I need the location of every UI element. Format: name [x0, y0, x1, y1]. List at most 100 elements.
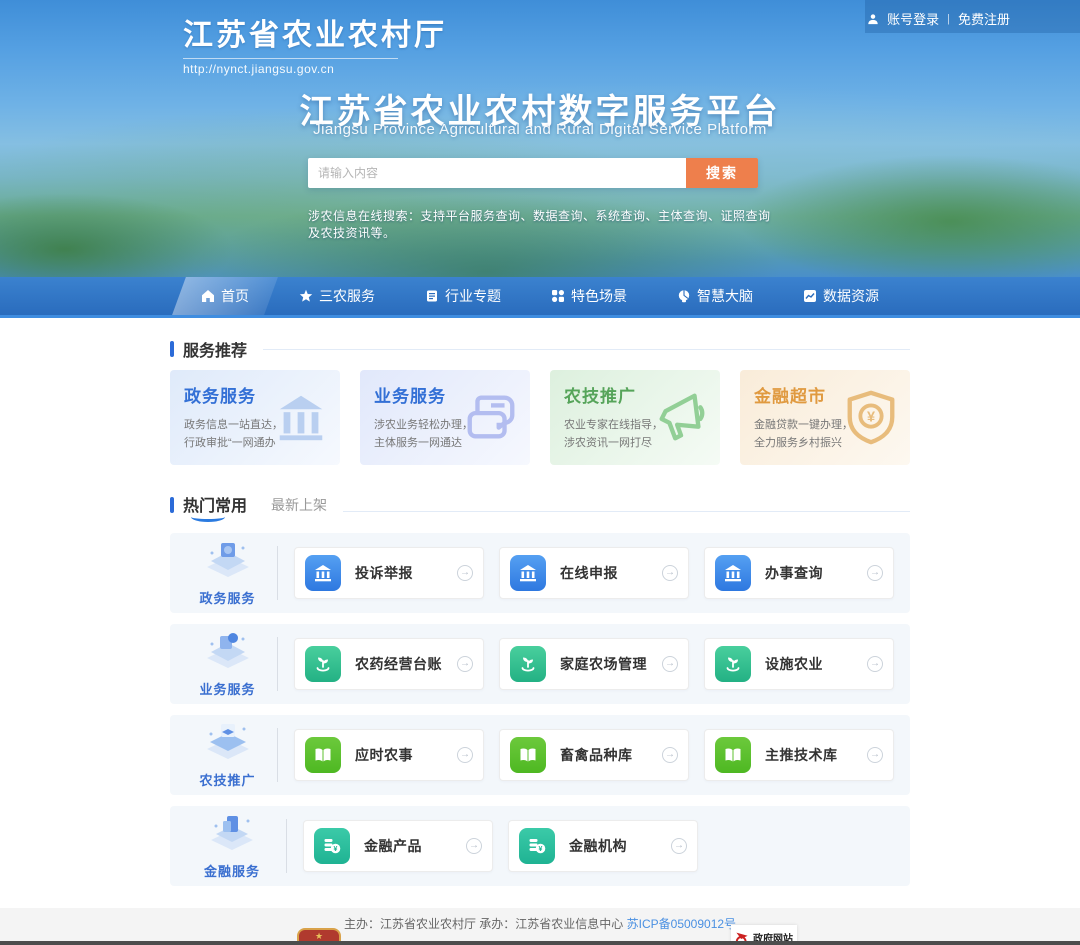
svg-text:¥: ¥	[867, 409, 875, 425]
bottom-strip	[0, 941, 1080, 945]
service-card-finance-org[interactable]: ¥ 金融机构 →	[508, 820, 698, 872]
section-divider-line	[263, 349, 910, 350]
card-line2: 涉农资讯一网打尽	[564, 437, 652, 449]
service-card-finance-product[interactable]: ¥ 金融产品 →	[303, 820, 493, 872]
site-name: 江苏省农业农村厅	[183, 10, 447, 54]
page-footer: 主办：江苏省农业农村厅 承办：江苏省农业信息中心 苏ICP备05009012号 …	[0, 908, 1080, 945]
nav-label: 三农服务	[319, 286, 375, 306]
bank-icon	[715, 555, 751, 591]
tab-hot-common[interactable]: 热门常用	[183, 492, 247, 522]
service-card-seasonal-farming[interactable]: 应时农事 →	[294, 729, 484, 781]
recommend-title: 服务推荐	[183, 337, 247, 361]
service-label: 在线申报	[560, 563, 618, 583]
service-group-business: 业务服务 农药经营台账 → 家庭农场管理 → 设施农业 →	[170, 624, 910, 704]
coins-icon: ¥	[314, 828, 350, 864]
search-input[interactable]	[308, 158, 686, 188]
category-agritech[interactable]: 农技推广	[186, 721, 269, 789]
service-label: 主推技术库	[765, 745, 838, 765]
service-card-complaint[interactable]: 投诉举报 →	[294, 547, 484, 599]
arrow-circle-icon: →	[662, 656, 678, 672]
nav-label: 首页	[221, 286, 249, 306]
vertical-divider	[277, 637, 278, 691]
arrow-circle-icon: →	[867, 565, 883, 581]
card-line1: 政务信息一站直达，	[184, 419, 283, 431]
recommend-card-agritech[interactable]: 农技推广 农业专家在线指导，涉农资讯一网打尽	[550, 370, 720, 465]
login-separator: |	[947, 13, 950, 25]
service-group-agritech: 农技推广 应时农事 → 畜禽品种库 → 主推技术库 →	[170, 715, 910, 795]
open-book-icon	[715, 737, 751, 773]
home-icon	[201, 289, 215, 303]
recommend-card-business[interactable]: 业务服务 涉农业务轻松办理，主体服务一网通达	[360, 370, 530, 465]
search-button[interactable]: 搜索	[686, 158, 758, 188]
card-line2: 行政审批“一网通办	[184, 437, 276, 449]
section-divider-line	[343, 511, 910, 512]
footer-host-info: 主办：江苏省农业农村厅 承办：江苏省农业信息中心	[344, 917, 623, 931]
hero-banner: 账号登录 | 免费注册 江苏省农业农村厅 http://nynct.jiangs…	[0, 0, 1080, 277]
gov-3d-icon	[203, 568, 253, 585]
card-line2: 全力服务乡村振兴	[754, 437, 842, 449]
nav-item-brain[interactable]: 智慧大脑	[655, 277, 775, 315]
service-label: 畜禽品种库	[560, 745, 633, 765]
sprout-icon	[715, 646, 751, 682]
nav-label: 数据资源	[823, 286, 879, 306]
nav-item-scenes[interactable]: 特色场景	[529, 277, 649, 315]
category-label: 业务服务	[186, 679, 269, 698]
service-card-family-farm[interactable]: 家庭农场管理 →	[499, 638, 689, 690]
arrow-circle-icon: →	[457, 747, 473, 763]
svg-text:¥: ¥	[539, 846, 543, 853]
open-book-icon	[510, 737, 546, 773]
icp-link[interactable]: 苏ICP备05009012号	[627, 917, 736, 931]
search-hint: 涉农信息在线搜索：支持平台服务查询、数据查询、系统查询、主体查询、证照查询及农技…	[308, 207, 778, 241]
service-card-livestock-db[interactable]: 畜禽品种库 →	[499, 729, 689, 781]
nav-item-data[interactable]: 数据资源	[781, 277, 901, 315]
register-link[interactable]: 免费注册	[958, 9, 1010, 28]
book-icon	[425, 289, 439, 303]
category-business[interactable]: 业务服务	[186, 630, 269, 698]
recommend-section-header: 服务推荐	[170, 337, 910, 361]
site-url: http://nynct.jiangsu.gov.cn	[183, 58, 398, 76]
recommend-card-gov[interactable]: 政务服务 政务信息一站直达，行政审批“一网通办	[170, 370, 340, 465]
finance-3d-icon	[207, 841, 257, 858]
chart-icon	[803, 289, 817, 303]
category-finance[interactable]: 金融服务	[186, 812, 278, 880]
card-line1: 金融贷款一键办理，	[754, 419, 853, 431]
arrow-circle-icon: →	[457, 656, 473, 672]
login-link[interactable]: 账号登录	[887, 9, 939, 28]
service-card-affair-query[interactable]: 办事查询 →	[704, 547, 894, 599]
service-card-main-tech-db[interactable]: 主推技术库 →	[704, 729, 894, 781]
arrow-circle-icon: →	[867, 656, 883, 672]
tab-newest[interactable]: 最新上架	[271, 495, 327, 522]
service-card-facility-agri[interactable]: 设施农业 →	[704, 638, 894, 690]
arrow-circle-icon: →	[662, 747, 678, 763]
service-label: 应时农事	[355, 745, 413, 765]
card-line1: 农业专家在线指导，	[564, 419, 663, 431]
arrow-circle-icon: →	[466, 838, 482, 854]
bank-icon	[510, 555, 546, 591]
recommend-card-finance[interactable]: 金融超市 金融贷款一键办理，全力服务乡村振兴 ¥	[740, 370, 910, 465]
service-label: 家庭农场管理	[560, 654, 647, 674]
section-bar	[170, 497, 174, 513]
nav-item-sannong[interactable]: 三农服务	[277, 277, 397, 315]
service-card-online-declare[interactable]: 在线申报 →	[499, 547, 689, 599]
service-card-pesticide-ledger[interactable]: 农药经营台账 →	[294, 638, 484, 690]
svg-text:¥: ¥	[334, 846, 338, 853]
service-label: 投诉举报	[355, 563, 413, 583]
coins-icon: ¥	[519, 828, 555, 864]
arrow-circle-icon: →	[867, 747, 883, 763]
site-logo[interactable]: 江苏省农业农村厅 http://nynct.jiangsu.gov.cn	[183, 10, 447, 76]
nav-item-home[interactable]: 首页	[179, 277, 271, 315]
nav-item-industry[interactable]: 行业专题	[403, 277, 523, 315]
service-label: 农药经营台账	[355, 654, 442, 674]
megaphone-icon	[652, 388, 710, 451]
category-label: 政务服务	[186, 588, 269, 607]
category-gov[interactable]: 政务服务	[186, 539, 269, 607]
card-line1: 涉农业务轻松办理，	[374, 419, 473, 431]
service-label: 金融产品	[364, 836, 422, 856]
section-bar	[170, 341, 174, 357]
platform-subtitle: Jiangsu Province Agricultural and Rural …	[0, 121, 1080, 138]
shield-yen-icon: ¥	[842, 388, 900, 451]
bank-outline-icon	[272, 388, 330, 451]
document-chat-icon	[462, 388, 520, 451]
arrow-circle-icon: →	[662, 565, 678, 581]
service-group-finance: 金融服务 ¥ 金融产品 → ¥ 金融机构 →	[170, 806, 910, 886]
